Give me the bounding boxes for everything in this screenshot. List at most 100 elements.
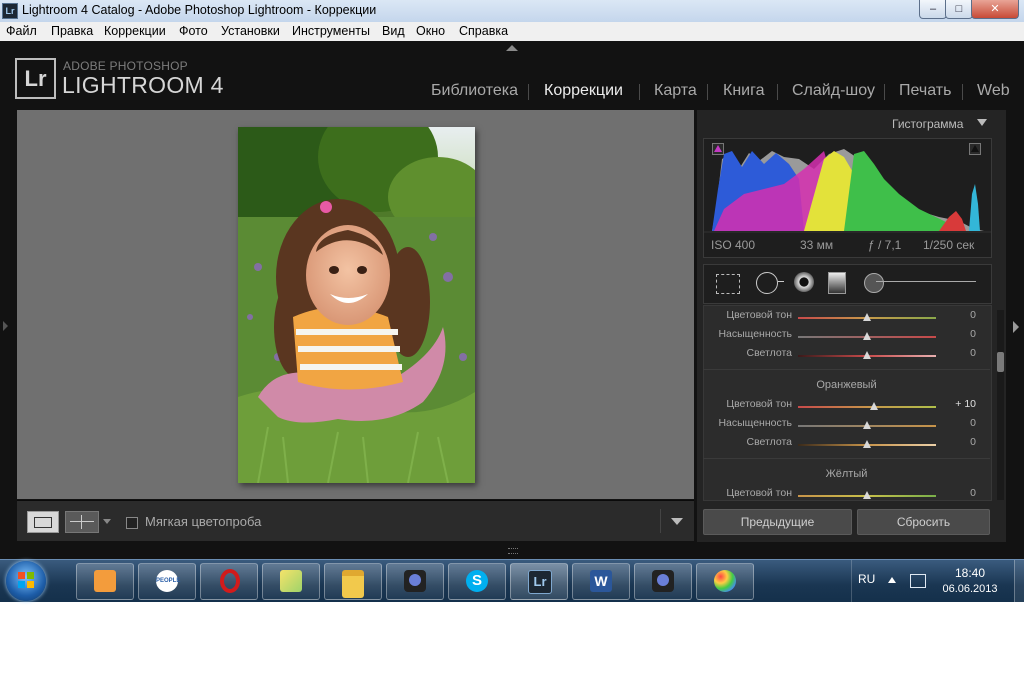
hsl-row-hue-top: Цветовой тон 0 <box>703 309 990 325</box>
toolbar-menu-dropdown-icon[interactable] <box>671 518 683 525</box>
hsl-value[interactable]: 0 <box>970 309 976 321</box>
hsl-label: Цветовой тон <box>726 309 792 321</box>
taskbar-lightroom[interactable]: Lr <box>510 563 568 600</box>
graduated-filter-tool-icon[interactable] <box>828 272 846 294</box>
taskbar-opera[interactable] <box>200 563 258 600</box>
luminance-slider-knob[interactable] <box>863 351 871 359</box>
show-hidden-icons-icon[interactable] <box>888 577 896 583</box>
histogram-collapse-icon[interactable] <box>977 119 987 126</box>
hsl-group-orange-title: Оранжевый <box>816 379 877 391</box>
hsl-value[interactable]: + 10 <box>955 398 976 410</box>
saturation-slider-knob[interactable] <box>863 332 871 340</box>
taskbar-skype[interactable]: S <box>448 563 506 600</box>
soft-proof-checkbox[interactable] <box>126 517 138 529</box>
develop-toolbar: Мягкая цветопроба <box>17 500 694 541</box>
hsl-row-orange-saturation: Насыщенность 0 <box>703 417 990 433</box>
view-options-dropdown-icon[interactable] <box>103 519 111 524</box>
before-after-view-button[interactable] <box>65 511 99 533</box>
spot-removal-tool-icon[interactable] <box>756 272 778 294</box>
system-clock[interactable]: 18:40 06.06.2013 <box>935 566 1005 598</box>
camera-icon <box>404 570 426 592</box>
orange-hue-slider-knob[interactable] <box>869 402 878 410</box>
red-eye-tool-icon[interactable] <box>794 272 814 292</box>
hsl-value[interactable]: 0 <box>970 436 976 448</box>
module-web[interactable]: Web <box>977 82 1010 100</box>
hsl-label: Цветовой тон <box>726 487 792 499</box>
word-icon: W <box>590 570 612 592</box>
window-title-bar: Lr Lightroom 4 Catalog - Adobe Photoshop… <box>0 0 1024 22</box>
taskbar-sticky-notes[interactable] <box>262 563 320 600</box>
menu-window[interactable]: Окно <box>416 24 445 38</box>
module-separator <box>777 84 778 100</box>
module-print[interactable]: Печать <box>899 82 951 100</box>
window-title: Lightroom 4 Catalog - Adobe Photoshop Li… <box>22 3 377 17</box>
module-develop[interactable]: Коррекции <box>544 82 623 100</box>
right-panel-toggle-icon[interactable] <box>1013 321 1019 333</box>
histogram-header[interactable]: Гистограмма <box>892 117 963 131</box>
module-separator <box>528 84 529 100</box>
menu-photo[interactable]: Фото <box>179 24 208 38</box>
right-panel-scrollbar[interactable] <box>997 310 1004 500</box>
close-button[interactable]: ✕ <box>971 0 1019 19</box>
logo-title: LIGHTROOM 4 <box>62 72 224 98</box>
hue-slider-knob[interactable] <box>863 313 871 321</box>
module-slideshow[interactable]: Слайд-шоу <box>792 82 875 100</box>
collapse-top-arrow-icon[interactable] <box>506 45 518 51</box>
taskbar-explorer[interactable] <box>324 563 382 600</box>
photo-girl-in-meadow <box>238 127 475 483</box>
menu-edit[interactable]: Правка <box>51 24 93 38</box>
folder-icon <box>342 570 364 598</box>
adjustment-brush-tool-icon[interactable] <box>864 273 884 293</box>
menu-settings[interactable]: Установки <box>221 24 280 38</box>
shadow-clipping-toggle[interactable] <box>712 143 724 155</box>
tray-divider <box>851 560 852 602</box>
iso-info: ISO 400 <box>711 238 756 252</box>
input-language[interactable]: RU <box>858 572 875 586</box>
start-button[interactable] <box>6 561 46 601</box>
crop-overlay-tool-icon[interactable] <box>716 274 740 294</box>
minimize-button[interactable]: – <box>919 0 947 19</box>
menu-view[interactable]: Вид <box>382 24 405 38</box>
taskbar-camera-app-2[interactable] <box>634 563 692 600</box>
filmstrip-toggle-icon[interactable] <box>508 548 518 554</box>
maximize-button[interactable]: □ <box>945 0 973 19</box>
photo-preview[interactable] <box>238 127 475 483</box>
reset-button[interactable]: Сбросить <box>857 509 990 535</box>
module-separator <box>639 84 640 100</box>
taskbar-paint[interactable] <box>696 563 754 600</box>
menu-tools[interactable]: Инструменты <box>292 24 370 38</box>
module-library[interactable]: Библиотека <box>431 82 518 100</box>
hsl-value[interactable]: 0 <box>970 347 976 359</box>
orange-luminance-slider-knob[interactable] <box>863 440 871 448</box>
menu-file[interactable]: Файл <box>6 24 37 38</box>
taskbar-camera-app[interactable] <box>386 563 444 600</box>
module-map[interactable]: Карта <box>654 82 697 100</box>
orange-saturation-slider-knob[interactable] <box>863 421 871 429</box>
hsl-label: Светлота <box>746 436 793 448</box>
hsl-row-orange-luminance: Светлота 0 <box>703 436 990 452</box>
hsl-value[interactable]: 0 <box>970 487 976 499</box>
menu-help[interactable]: Справка <box>459 24 508 38</box>
loupe-view-button[interactable] <box>27 511 59 533</box>
module-book[interactable]: Книга <box>723 82 764 100</box>
menu-bar: Файл Правка Коррекции Фото Установки Инс… <box>0 22 1024 42</box>
taskbar-word[interactable]: W <box>572 563 630 600</box>
hsl-value[interactable]: 0 <box>970 417 976 429</box>
skype-icon: S <box>466 570 488 592</box>
left-panel-toggle-icon[interactable] <box>3 321 8 331</box>
network-icon[interactable] <box>910 574 926 588</box>
hsl-row-orange-hue: Цветовой тон + 10 <box>703 398 990 414</box>
highlight-clipping-toggle[interactable] <box>969 143 981 155</box>
hsl-value[interactable]: 0 <box>970 328 976 340</box>
yellow-hue-slider-knob[interactable] <box>863 491 871 499</box>
orange-hue-slider-track[interactable] <box>798 406 936 408</box>
menu-develop[interactable]: Коррекции <box>104 24 166 38</box>
hsl-row-saturation-top: Насыщенность 0 <box>703 328 990 344</box>
taskbar-people[interactable]: PEOPLE <box>138 563 196 600</box>
taskbar-media-player[interactable] <box>76 563 134 600</box>
adjustment-brush-slider[interactable] <box>876 281 976 282</box>
windows-taskbar: PEOPLE S Lr W RU 18:40 06.06.2013 <box>0 559 1024 602</box>
lightroom-app-icon: Lr <box>2 3 18 19</box>
previous-settings-button[interactable]: Предыдущие <box>703 509 852 535</box>
show-desktop-button[interactable] <box>1014 560 1024 602</box>
